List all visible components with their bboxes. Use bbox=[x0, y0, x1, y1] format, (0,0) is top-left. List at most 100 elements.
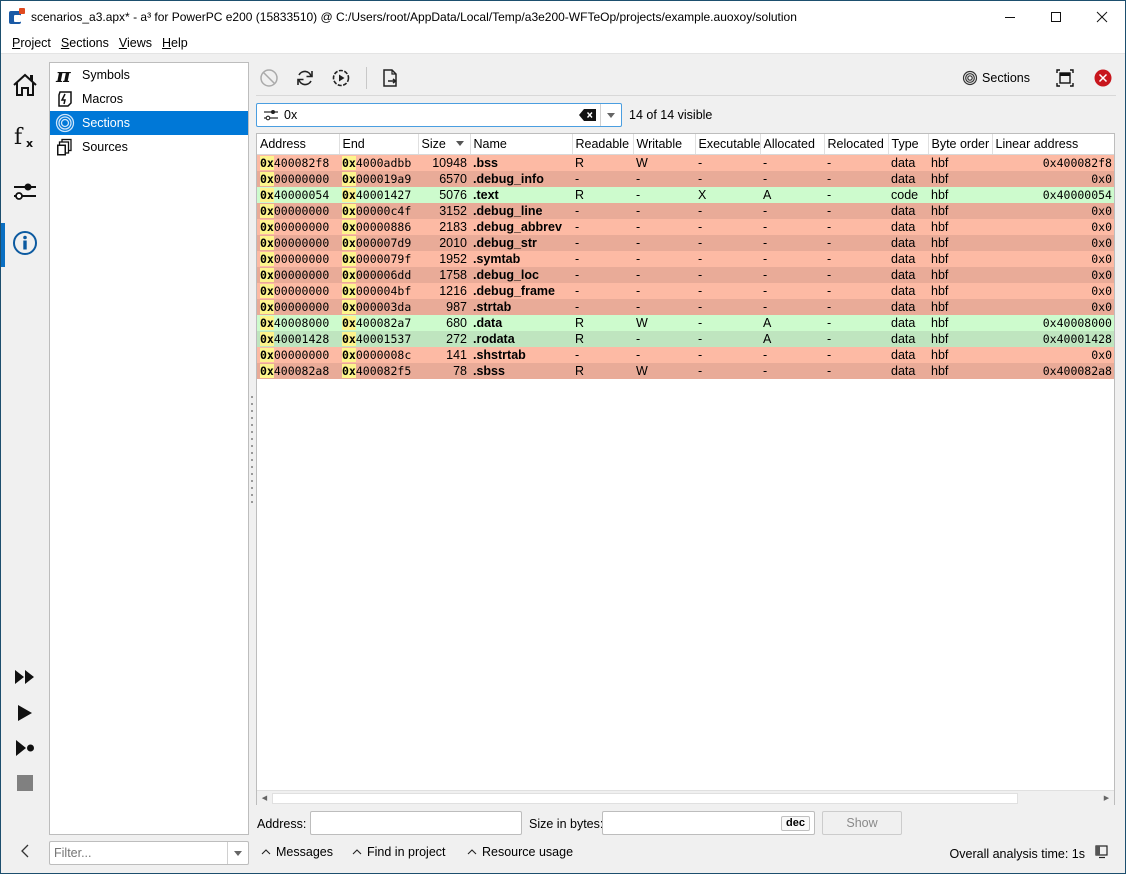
menu-project[interactable]: Project bbox=[7, 36, 56, 50]
rail-stop-button[interactable] bbox=[1, 761, 49, 805]
views-filter-input[interactable] bbox=[50, 842, 227, 864]
column-header-end[interactable]: End bbox=[339, 134, 419, 155]
column-header-type[interactable]: Type bbox=[888, 134, 929, 155]
section-type: data bbox=[891, 283, 916, 298]
resource-usage-tab[interactable]: Resource usage bbox=[467, 845, 573, 859]
column-header-byte-order[interactable]: Byte order bbox=[928, 134, 993, 155]
menu-help[interactable]: Help bbox=[157, 36, 193, 50]
cell-address: 0x00000000 bbox=[257, 346, 339, 363]
scroll-right-button[interactable]: ▶ bbox=[1099, 791, 1114, 806]
table-row[interactable]: 0x00000000 0x000019a9 6570 .debug_info - - - - -… bbox=[257, 170, 1114, 187]
table-row[interactable]: 0x00000000 0x000006dd 1758 .debug_loc - - - - - d… bbox=[257, 266, 1114, 283]
column-header-linear-address[interactable]: Linear address bbox=[992, 134, 1114, 155]
allocated-flag: - bbox=[763, 235, 768, 250]
address-value: 00000000 bbox=[273, 267, 330, 282]
scrollbar-thumb[interactable] bbox=[272, 793, 1018, 804]
section-filter-input[interactable] bbox=[282, 108, 576, 122]
address-value: 00000000 bbox=[273, 299, 330, 314]
column-header-executable[interactable]: Executable bbox=[695, 134, 761, 155]
cancel-button[interactable] bbox=[256, 65, 282, 91]
find-in-project-tab[interactable]: Find in project bbox=[352, 845, 446, 859]
section-name: .debug_frame bbox=[473, 283, 555, 298]
table-row[interactable]: 0x40001428 0x40001537 272 .rodata R - - A - data h… bbox=[257, 330, 1114, 347]
rail-info-button[interactable] bbox=[1, 221, 49, 267]
section-name: .debug_info bbox=[473, 171, 544, 186]
table-row[interactable]: 0x00000000 0x000007d9 2010 .debug_str - - - - - d… bbox=[257, 234, 1114, 251]
views-filter-dropdown[interactable] bbox=[227, 842, 248, 864]
cell-linear-address: 0x0 bbox=[992, 282, 1114, 299]
writable-flag: - bbox=[636, 347, 641, 362]
match-highlight: 0x bbox=[342, 251, 356, 266]
address-value: 00000000 bbox=[273, 251, 330, 266]
filter-history-dropdown[interactable] bbox=[600, 104, 621, 126]
horizontal-scrollbar[interactable]: ◀ ▶ bbox=[257, 790, 1114, 805]
clear-filter-button[interactable] bbox=[576, 109, 600, 121]
table-row[interactable]: 0x00000000 0x0000008c 141 .shstrtab - - - - - dat… bbox=[257, 346, 1114, 363]
cell-end: 0x000007d9 bbox=[339, 234, 418, 251]
messages-tab[interactable]: Messages bbox=[261, 845, 333, 859]
rail-home-button[interactable] bbox=[1, 63, 49, 107]
table-row[interactable]: 0x40008000 0x400082a7 680 .data R W - A - data hbf… bbox=[257, 314, 1114, 331]
rail-settings-button[interactable] bbox=[1, 169, 49, 213]
view-item-sections[interactable]: Sections bbox=[50, 111, 248, 135]
view-item-sources[interactable]: Sources bbox=[50, 135, 248, 159]
column-header-name[interactable]: Name bbox=[470, 134, 573, 155]
column-header-allocated[interactable]: Allocated bbox=[760, 134, 825, 155]
executable-flag: - bbox=[698, 363, 703, 378]
menu-views[interactable]: Views bbox=[114, 36, 157, 50]
column-header-readable[interactable]: Readable bbox=[572, 134, 634, 155]
table-row[interactable]: 0x00000000 0x000003da 987 .strtab - - - - - data h… bbox=[257, 298, 1114, 315]
table-row[interactable]: 0x00000000 0x00000886 2183 .debug_abbrev - - -… bbox=[257, 218, 1114, 235]
collapse-sidebar-button[interactable] bbox=[15, 841, 35, 861]
scroll-left-button[interactable]: ◀ bbox=[257, 791, 272, 806]
column-header-address[interactable]: Address bbox=[257, 134, 340, 155]
close-window-button[interactable] bbox=[1079, 1, 1125, 32]
linear-address: 0x0 bbox=[1091, 171, 1112, 186]
maximize-view-button[interactable] bbox=[1052, 65, 1078, 91]
close-view-button[interactable] bbox=[1090, 65, 1116, 91]
filter-options-icon[interactable] bbox=[260, 108, 282, 122]
table-row[interactable]: 0x00000000 0x000004bf 1216 .debug_frame - - - -… bbox=[257, 282, 1114, 299]
views-filter-combo[interactable] bbox=[49, 841, 249, 865]
cell-byte-order: hbf bbox=[928, 362, 992, 379]
view-item-symbols[interactable]: π Symbols bbox=[50, 63, 248, 87]
show-button[interactable]: Show bbox=[822, 811, 902, 835]
section-filter-box[interactable] bbox=[256, 103, 622, 127]
readable-flag: R bbox=[575, 187, 585, 202]
match-highlight: 0x bbox=[342, 283, 356, 298]
refresh-button[interactable] bbox=[292, 65, 318, 91]
table-row[interactable]: 0x40000054 0x40001427 5076 .text R - X A - code hb… bbox=[257, 186, 1114, 203]
end-value: 4000adbb bbox=[355, 155, 412, 170]
menu-mnemonic: S bbox=[60, 35, 70, 50]
view-item-macros[interactable]: Macros bbox=[50, 87, 248, 111]
column-header-writable[interactable]: Writable bbox=[633, 134, 696, 155]
cell-readable: - bbox=[572, 282, 633, 299]
cell-executable: - bbox=[695, 298, 760, 315]
run-settings-button[interactable] bbox=[328, 65, 354, 91]
table-row[interactable]: 0x400082f8 0x4000adbb 10948 .bss R W - - - data hb… bbox=[257, 154, 1114, 171]
relocated-flag: - bbox=[827, 155, 832, 170]
address-input[interactable] bbox=[311, 812, 521, 834]
table-row[interactable]: 0x00000000 0x0000079f 1952 .symtab - - - - - data… bbox=[257, 250, 1114, 267]
number-base-toggle[interactable]: dec bbox=[781, 816, 810, 831]
sections-table: Address End Size Name Readable Writable … bbox=[256, 133, 1115, 805]
cell-allocated: A bbox=[760, 314, 824, 331]
linear-address: 0x0 bbox=[1091, 347, 1112, 362]
rail-functions-button[interactable]: fx bbox=[1, 115, 49, 159]
maximize-button[interactable] bbox=[1033, 1, 1079, 32]
cell-readable: - bbox=[572, 266, 633, 283]
readable-flag: - bbox=[575, 171, 580, 186]
column-header-relocated[interactable]: Relocated bbox=[824, 134, 889, 155]
menu-sections[interactable]: Sections bbox=[56, 36, 114, 50]
analysis-monitor-button[interactable] bbox=[1095, 845, 1109, 862]
table-row[interactable]: 0x00000000 0x00000c4f 3152 .debug_line - - - - -… bbox=[257, 202, 1114, 219]
table-row[interactable]: 0x400082a8 0x400082f5 78 .sbss R W - - - data hbf 0… bbox=[257, 362, 1114, 379]
export-button[interactable] bbox=[377, 65, 403, 91]
byte-order: hbf bbox=[931, 171, 949, 186]
status-tab-label: Messages bbox=[276, 845, 333, 859]
cell-byte-order: hbf bbox=[928, 154, 992, 171]
section-type: data bbox=[891, 267, 916, 282]
panel-splitter-handle[interactable] bbox=[249, 396, 255, 526]
minimize-button[interactable] bbox=[987, 1, 1033, 32]
column-header-size[interactable]: Size bbox=[418, 134, 471, 155]
